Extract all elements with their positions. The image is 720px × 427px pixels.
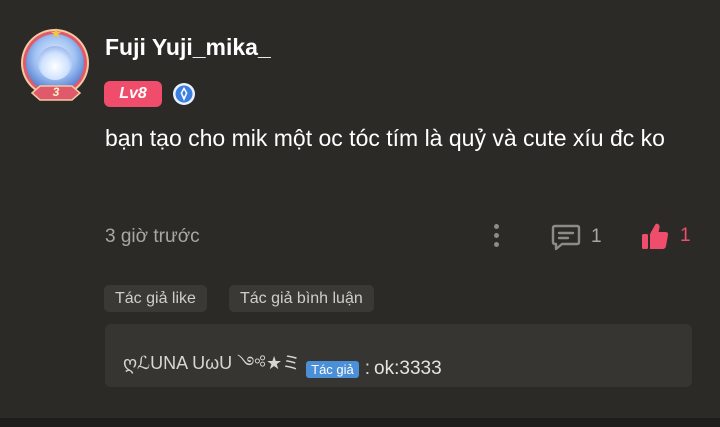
- comment-time: 3 giờ trước: [105, 226, 200, 247]
- more-icon: [493, 224, 499, 229]
- bottom-divider: [0, 418, 720, 427]
- reply-button[interactable]: 1: [551, 222, 602, 252]
- reply-text: ok:3333: [374, 358, 442, 379]
- reply-line: ღℒUNA UωU ༺★ミ Tác giả : ok:3333: [123, 344, 442, 394]
- reply-count: 1: [591, 226, 602, 247]
- comment-icon: [551, 224, 581, 251]
- level-badge: Lv8: [104, 81, 162, 107]
- avatar-image: [38, 46, 72, 80]
- thumbs-up-icon: [642, 223, 669, 249]
- avatar[interactable]: ★ 3: [22, 26, 90, 106]
- author-reply-box[interactable]: ღℒUNA UωU ༺★ミ Tác giả : ok:3333: [105, 324, 692, 387]
- like-count: 1: [680, 225, 691, 246]
- reply-separator: :: [364, 358, 371, 379]
- author-commented-tag: Tác giả bình luận: [229, 285, 374, 312]
- comment-text: bạn tạo cho mik một oc tóc tím là quỷ và…: [105, 125, 665, 151]
- author-liked-tag: Tác giả like: [104, 285, 207, 312]
- avatar-badge: 3: [30, 84, 82, 102]
- username[interactable]: Fuji Yuji_mika_: [105, 34, 271, 61]
- verified-icon: [172, 82, 196, 106]
- like-button[interactable]: 1: [640, 220, 691, 252]
- more-options-button[interactable]: [486, 222, 506, 252]
- author-badge: Tác giả: [306, 360, 359, 378]
- star-icon: ★: [49, 25, 63, 41]
- avatar-badge-number: 3: [52, 85, 60, 99]
- reply-author[interactable]: ღℒUNA UωU ༺★ミ: [123, 344, 300, 394]
